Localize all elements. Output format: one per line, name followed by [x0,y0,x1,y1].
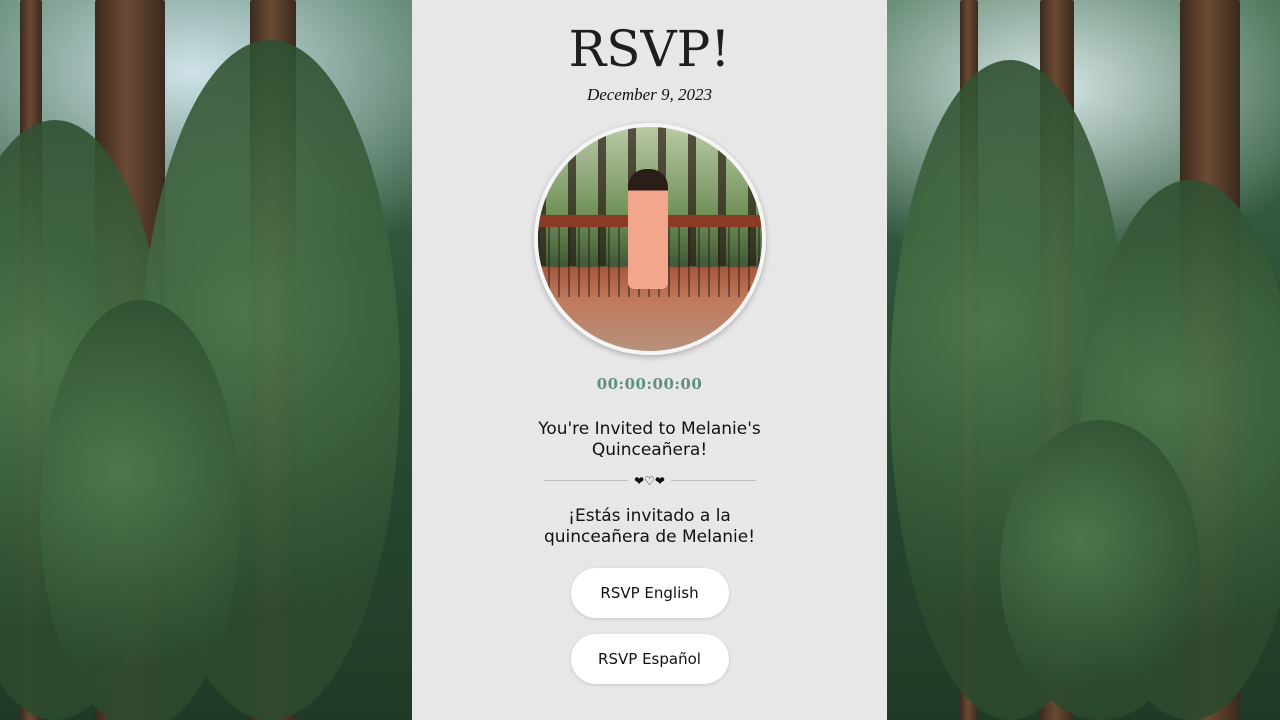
invite-text-english: You're Invited to Melanie's Quinceañera! [538,419,761,461]
page: RSVP! December 9, 2023 00:00:00:00 You'r… [0,0,1280,720]
photo-person [627,169,668,289]
hearts-icon: ❤♡❤ [634,473,665,488]
event-date: December 9, 2023 [586,85,713,104]
countdown-timer: 00:00:00:00 [596,375,703,393]
divider-line [670,480,756,481]
tree-foliage [40,300,240,720]
page-title: RSVP! [568,20,731,78]
rsvp-spanish-button[interactable]: RSVP Español [570,634,729,684]
rsvp-english-button[interactable]: RSVP English [570,568,729,618]
rsvp-card: RSVP! December 9, 2023 00:00:00:00 You'r… [412,0,887,720]
divider-line [543,480,629,481]
tree-foliage [1000,420,1200,720]
heart-divider: ❤♡❤ [543,473,756,488]
invite-text-spanish: ¡Estás invitado a la quinceañera de Mela… [543,505,756,547]
profile-photo [533,123,766,355]
